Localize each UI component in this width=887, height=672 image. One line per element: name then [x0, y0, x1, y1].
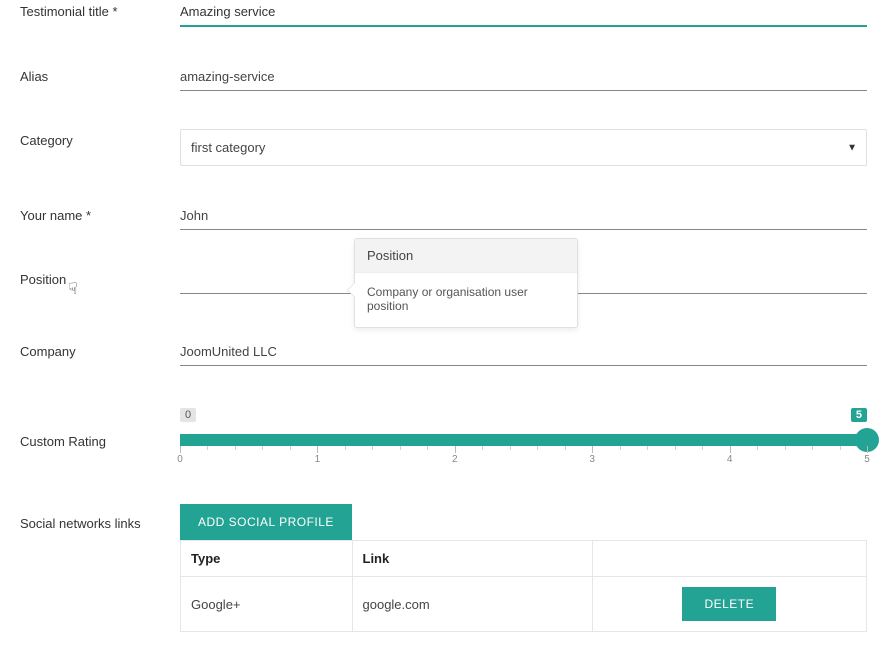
label-company: Company [20, 340, 180, 359]
table-header-action [592, 541, 866, 577]
table-cell-type: Google+ [181, 577, 353, 632]
label-testimonial-title: Testimonial title * [20, 0, 180, 19]
position-tooltip: Position Company or organisation user po… [354, 238, 578, 328]
pointer-hand-icon: ☟ [68, 282, 78, 298]
tooltip-title: Position [355, 239, 577, 273]
slider-min-badge: 0 [180, 408, 196, 422]
slider-tick-label: 3 [589, 454, 595, 465]
table-header-link: Link [352, 541, 592, 577]
rating-slider-track[interactable] [180, 434, 867, 446]
delete-button[interactable]: DELETE [682, 587, 776, 621]
your-name-input[interactable] [180, 204, 867, 230]
label-position: Position [20, 272, 66, 287]
table-row: Google+ google.com DELETE [181, 577, 867, 632]
slider-tick-label: 2 [452, 454, 458, 465]
rating-slider-scale: 0 1 2 3 4 5 [180, 446, 867, 470]
label-alias: Alias [20, 65, 180, 84]
table-header-type: Type [181, 541, 353, 577]
label-social-networks: Social networks links [20, 504, 180, 531]
label-category: Category [20, 129, 180, 148]
slider-tick-label: 5 [864, 454, 870, 465]
testimonial-title-input[interactable] [180, 0, 867, 27]
alias-input[interactable] [180, 65, 867, 91]
slider-value-badge: 5 [851, 408, 867, 422]
company-input[interactable] [180, 340, 867, 366]
slider-tick-label: 1 [315, 454, 321, 465]
add-social-profile-button[interactable]: ADD SOCIAL PROFILE [180, 504, 352, 540]
table-cell-link: google.com [352, 577, 592, 632]
category-select[interactable]: first category [180, 129, 867, 166]
slider-tick-label: 4 [727, 454, 733, 465]
label-your-name: Your name * [20, 204, 180, 223]
slider-tick-label: 0 [177, 454, 183, 465]
tooltip-body: Company or organisation user position [355, 273, 577, 327]
label-custom-rating: Custom Rating [20, 430, 180, 449]
